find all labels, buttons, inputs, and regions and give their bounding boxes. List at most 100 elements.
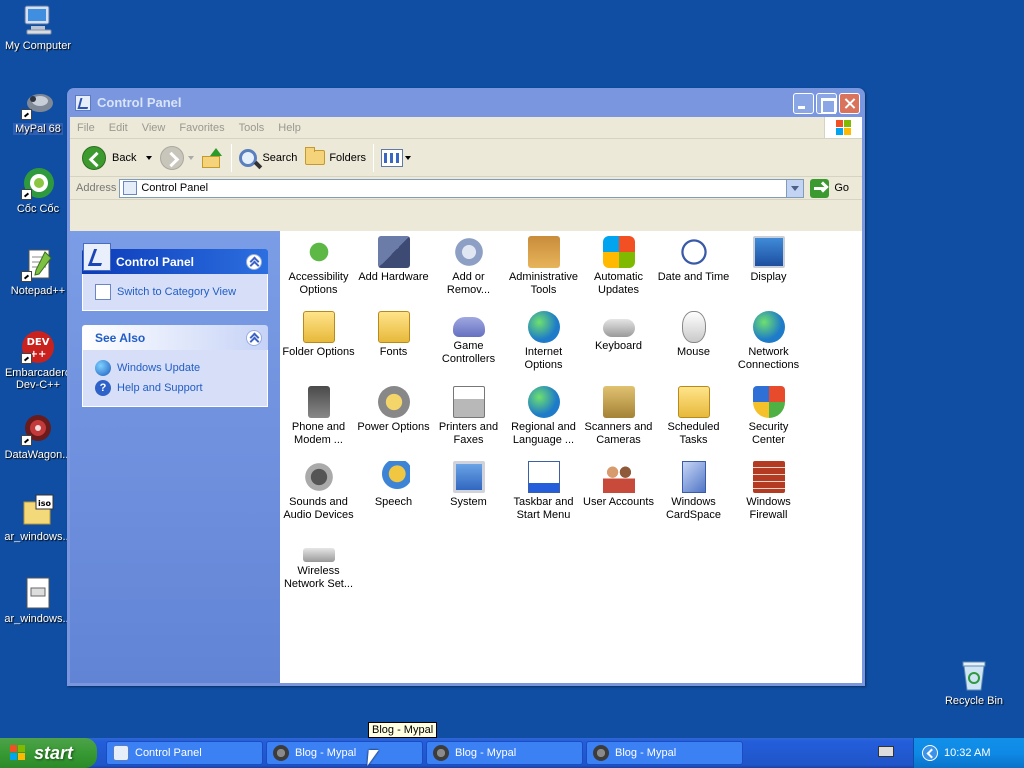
coccoc-icon	[21, 166, 55, 200]
cp-item-label-line2: Tasks	[679, 434, 708, 446]
control-panel-panel-header[interactable]: Control Panel	[82, 243, 268, 274]
control-panel-icon	[123, 181, 138, 195]
desktop-icon-notepadpp[interactable]: Notepad++	[0, 248, 76, 297]
cp-item-printers-faxes[interactable]: Printers and Faxes	[431, 384, 506, 459]
cp-item-system[interactable]: System	[431, 459, 506, 534]
desktop-icon-file[interactable]: ar_windows...	[0, 576, 76, 625]
cp-item-phone-modem[interactable]: Phone and Modem ...	[281, 384, 356, 459]
cp-item-security-center[interactable]: Security Center	[731, 384, 806, 459]
cp-item-add-remove-programs[interactable]: Add or Remov...	[431, 234, 506, 309]
keyboard-icon[interactable]	[878, 746, 894, 757]
cp-item-label-line2: Audio Devices	[283, 509, 354, 521]
taskbar-button-blog-mypal[interactable]: Blog - Mypal	[266, 741, 423, 765]
show-hidden-icons-button[interactable]	[922, 745, 938, 761]
user-accounts-icon	[602, 461, 635, 493]
desktop-icon-coccoc[interactable]: Cốc Cốc	[0, 166, 76, 215]
cp-item-speech[interactable]: Speech	[356, 459, 431, 534]
cp-item-taskbar-start-menu[interactable]: Taskbar and Start Menu	[506, 459, 581, 534]
cp-item-regional-language[interactable]: Regional and Language ...	[506, 384, 581, 459]
folders-button[interactable]: Folders	[301, 143, 370, 173]
cp-item-windows-firewall[interactable]: Windows Firewall	[731, 459, 806, 534]
desktop-icon-datawagon[interactable]: DataWagon...	[0, 412, 76, 461]
up-button[interactable]	[198, 143, 228, 173]
address-dropdown-button[interactable]	[786, 179, 804, 197]
clock[interactable]: 10:32 AM	[944, 747, 990, 759]
control-panel-window[interactable]: Control Panel File Edit View Favorites T…	[67, 88, 865, 686]
menu-edit[interactable]: Edit	[102, 122, 135, 134]
taskbar-button-blog-mypal[interactable]: Blog - Mypal	[586, 741, 743, 765]
address-input[interactable]: Control Panel	[119, 178, 805, 198]
collapse-icon[interactable]	[246, 330, 262, 346]
minimize-button[interactable]	[793, 93, 814, 114]
go-button[interactable]: Go	[810, 178, 849, 198]
cp-item-sounds-audio[interactable]: Sounds and Audio Devices	[281, 459, 356, 534]
cp-item-windows-cardspace[interactable]: Windows CardSpace	[656, 459, 731, 534]
maximize-button[interactable]	[816, 93, 837, 114]
window-titlebar[interactable]: Control Panel	[70, 88, 862, 117]
cp-item-network-connections[interactable]: Network Connections	[731, 309, 806, 384]
cp-item-display[interactable]: Display	[731, 234, 806, 309]
cp-item-label-line2: Controllers	[441, 353, 496, 365]
menu-help[interactable]: Help	[271, 122, 308, 134]
cp-item-label-line2: Center	[751, 434, 786, 446]
regional-language-icon	[527, 386, 560, 418]
go-arrow-icon	[810, 178, 830, 198]
cp-item-game-controllers[interactable]: Game Controllers	[431, 309, 506, 384]
cp-item-scheduled-tasks[interactable]: Scheduled Tasks	[656, 384, 731, 459]
chevron-down-icon[interactable]	[146, 155, 153, 160]
close-button[interactable]	[839, 93, 860, 114]
windows-update-link[interactable]: Windows Update	[95, 358, 257, 378]
menu-tools[interactable]: Tools	[232, 122, 272, 134]
cp-item-add-hardware[interactable]: Add Hardware	[356, 234, 431, 309]
cp-item-accessibility[interactable]: Accessibility Options	[281, 234, 356, 309]
menu-file[interactable]: File	[70, 122, 102, 134]
scanners-cameras-icon	[602, 386, 635, 418]
desktop-icon-devcpp[interactable]: DEV ++ Embarcadero Dev-C++	[0, 330, 76, 391]
menu-favorites[interactable]: Favorites	[172, 122, 231, 134]
forward-button[interactable]	[156, 143, 198, 173]
collapse-icon[interactable]	[246, 254, 262, 270]
phone-modem-icon	[307, 386, 330, 418]
speech-icon	[377, 461, 410, 493]
start-button[interactable]: start	[0, 738, 97, 768]
search-button[interactable]: Search	[235, 143, 301, 173]
game-controllers-icon	[452, 317, 485, 337]
add-remove-programs-icon	[452, 236, 485, 268]
desktop-icon-iso[interactable]: iso ar_windows...	[0, 494, 76, 543]
address-bar: Address Control Panel Go	[70, 177, 862, 200]
cp-item-fonts[interactable]: Fonts	[356, 309, 431, 384]
cp-item-power-options[interactable]: Power Options	[356, 384, 431, 459]
cp-item-user-accounts[interactable]: User Accounts	[581, 459, 656, 534]
cp-item-wireless-network-setup[interactable]: Wireless Network Set...	[281, 534, 356, 609]
iso-icon: iso	[21, 494, 55, 528]
taskbar-start-menu-icon	[527, 461, 560, 493]
menu-view[interactable]: View	[135, 122, 173, 134]
folder-options-icon	[302, 311, 335, 343]
switch-to-category-view-link[interactable]: Switch to Category View	[95, 282, 257, 302]
control-panel-panel: Control Panel Switch to Category View	[82, 243, 268, 311]
cp-item-label-line1: Taskbar and	[513, 496, 574, 508]
cp-item-date-time[interactable]: Date and Time	[656, 234, 731, 309]
cp-item-label-line2: Firewall	[749, 509, 788, 521]
cp-item-automatic-updates[interactable]: Automatic Updates	[581, 234, 656, 309]
desktop-icon-recycle-bin[interactable]: Recycle Bin	[936, 658, 1012, 707]
address-value: Control Panel	[141, 182, 209, 194]
desktop-icon-my-computer[interactable]: My Computer	[0, 3, 76, 52]
cp-item-internet-options[interactable]: Internet Options	[506, 309, 581, 384]
task-pane: Control Panel Switch to Category View Se…	[70, 231, 280, 683]
desktop-icon-mypal[interactable]: MyPal 68	[0, 86, 76, 138]
back-button[interactable]: Back	[78, 143, 156, 173]
cp-item-administrative-tools[interactable]: Administrative Tools	[506, 234, 581, 309]
cp-item-keyboard[interactable]: Keyboard	[581, 309, 656, 384]
display-icon	[752, 236, 785, 268]
taskbar-button-blog-mypal[interactable]: Blog - Mypal	[426, 741, 583, 765]
cp-item-label-line2: Modem ...	[294, 434, 343, 446]
help-and-support-link[interactable]: ? Help and Support	[95, 378, 257, 398]
see-also-panel-header[interactable]: See Also	[82, 325, 268, 350]
views-button[interactable]	[377, 143, 415, 173]
search-icon	[239, 148, 258, 167]
taskbar-button-control-panel[interactable]: Control Panel	[106, 741, 263, 765]
cp-item-scanners-cameras[interactable]: Scanners and Cameras	[581, 384, 656, 459]
cp-item-folder-options[interactable]: Folder Options	[281, 309, 356, 384]
cp-item-mouse[interactable]: Mouse	[656, 309, 731, 384]
